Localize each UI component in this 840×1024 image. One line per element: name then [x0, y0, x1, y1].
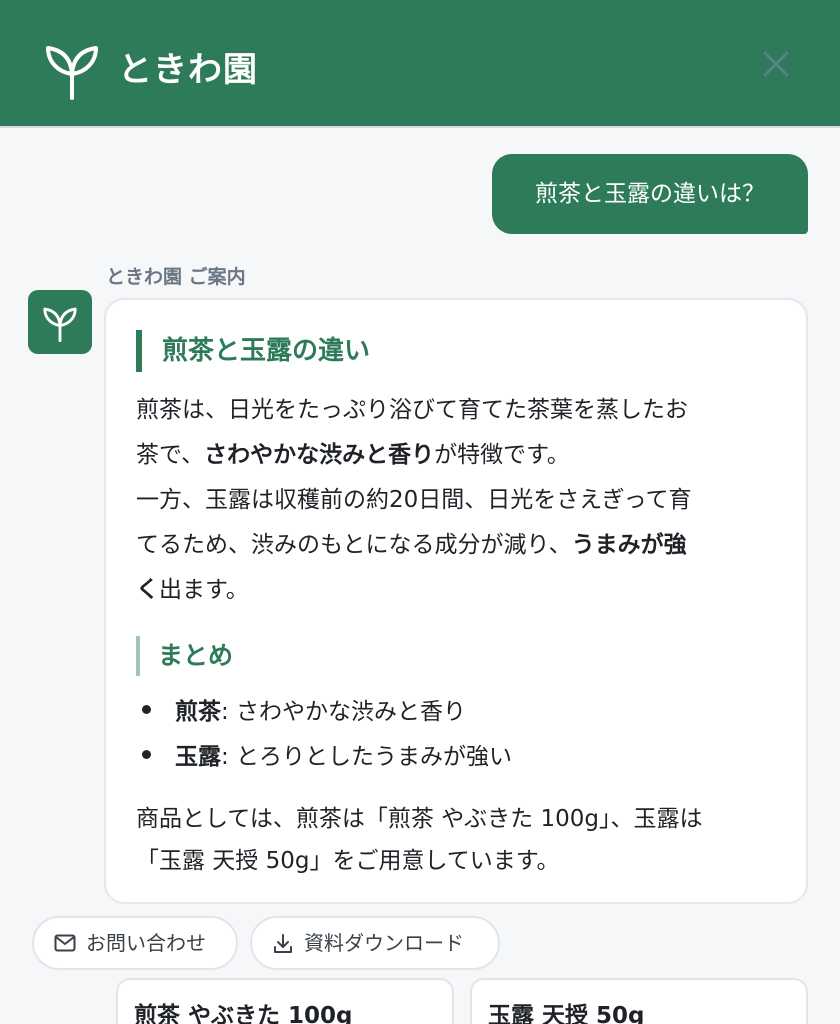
product-card[interactable]: 玉露 天授 50g — [470, 978, 808, 1024]
answer-line: 「玉露 天授 50g」をご用意しています。 — [136, 848, 560, 874]
answer-line: 商品としては、煎茶は「煎茶 やぶきた 100g」、玉露は — [136, 806, 703, 832]
answer-text: 出ます。 — [159, 577, 249, 603]
summary-desc: : さわやかな渋みと香り — [221, 699, 467, 725]
answer-paragraph-3: 商品としては、煎茶は「煎茶 やぶきた 100g」、玉露は 「玉露 天授 50g」… — [136, 798, 776, 882]
summary-item: 煎茶: さわやかな渋みと香り — [142, 690, 466, 735]
answer-text: てるため、渋みのもとになる成分が減り、 — [136, 532, 572, 558]
bot-avatar — [28, 290, 92, 354]
leaf-icon — [46, 46, 98, 100]
answer-text: 茶で、 — [136, 442, 205, 468]
answer-emphasis: さわやかな渋みと香り — [204, 442, 435, 468]
user-message-bubble: 煎茶と玉露の違いは？ — [492, 154, 808, 234]
summary-item: 玉露: とろりとしたうまみが強い — [142, 735, 512, 780]
contact-button[interactable]: お問い合わせ — [32, 916, 238, 970]
summary-desc: : とろりとしたうまみが強い — [221, 744, 513, 770]
brand-name: ときわ園 — [118, 50, 258, 90]
summary-heading: まとめ — [136, 636, 233, 676]
product-card[interactable]: 煎茶 やぶきた 100g — [116, 978, 454, 1024]
mail-icon — [54, 934, 76, 952]
answer-line: く出ます。 — [136, 568, 776, 613]
answer-emphasis: く — [136, 577, 159, 603]
answer-text: が特徴です。 — [434, 442, 570, 468]
bullet-dot — [142, 750, 151, 759]
download-icon — [274, 934, 292, 953]
close-icon[interactable] — [760, 48, 792, 80]
answer-paragraph-1: 煎茶は、日光をたっぷり浴びて育てた茶葉を蒸したお 茶で、さわやかな渋みと香りが特… — [136, 388, 776, 613]
answer-line: 煎茶は、日光をたっぷり浴びて育てた茶葉を蒸したお — [136, 397, 688, 423]
product-name: 玉露 天授 50g — [488, 1003, 645, 1024]
download-button[interactable]: 資料ダウンロード — [250, 916, 500, 970]
summary-term: 玉露 — [175, 744, 221, 770]
bot-name-label: ときわ園 ご案内 — [106, 266, 246, 288]
answer-heading: 煎茶と玉露の違い — [136, 330, 370, 372]
answer-line: 一方、玉露は収穫前の約20日間、日光をさえぎって育 — [136, 487, 692, 513]
leaf-icon — [43, 307, 77, 342]
answer-line: 茶で、さわやかな渋みと香りが特徴です。 — [136, 433, 776, 478]
bullet-dot — [142, 705, 151, 714]
download-button-label: 資料ダウンロード — [304, 931, 464, 955]
answer-line: てるため、渋みのもとになる成分が減り、うまみが強 — [136, 523, 776, 568]
app-header: ときわ園 — [0, 0, 840, 128]
bot-answer-card: 煎茶と玉露の違い 煎茶は、日光をたっぷり浴びて育てた茶葉を蒸したお 茶で、さわや… — [104, 298, 808, 904]
summary-term: 煎茶 — [175, 699, 221, 725]
contact-button-label: お問い合わせ — [86, 931, 206, 955]
answer-emphasis: うまみが強 — [571, 532, 687, 558]
product-name: 煎茶 やぶきた 100g — [134, 1003, 353, 1024]
